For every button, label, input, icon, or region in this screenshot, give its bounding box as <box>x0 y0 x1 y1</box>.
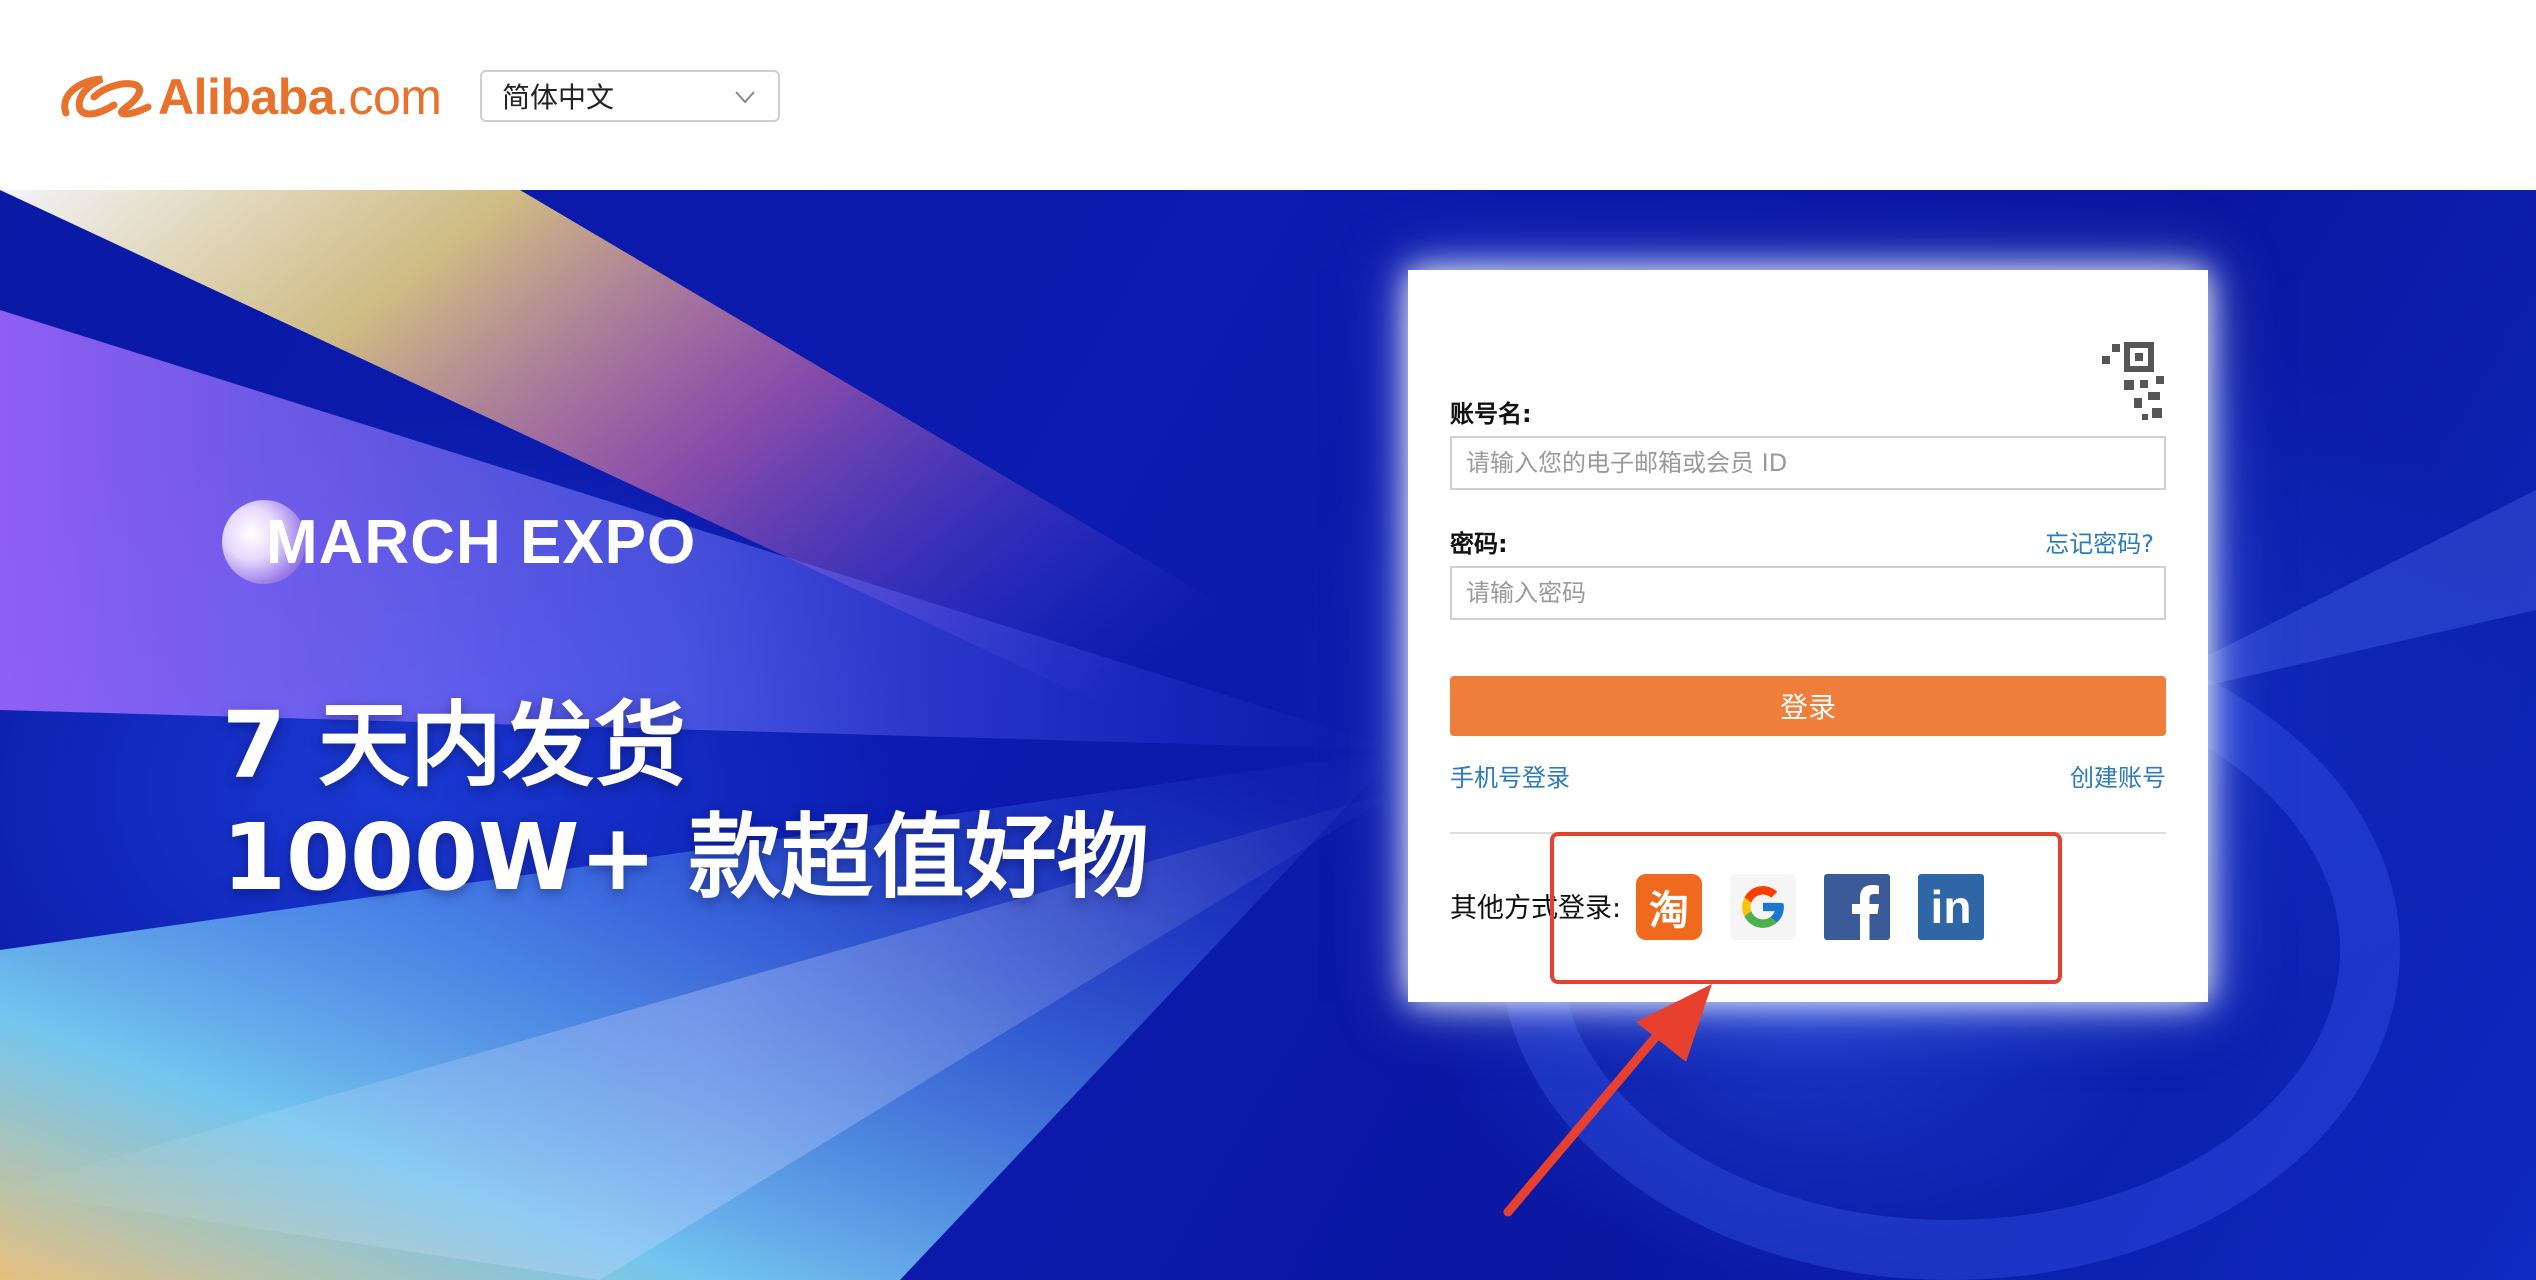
language-select[interactable]: 简体中文 <box>480 70 780 122</box>
banner-headline: 7 天内发货 1000W+ 款超值好物 <box>222 690 1149 914</box>
password-label: 密码: <box>1450 530 1508 558</box>
alibaba-logo-text: Alibaba.com <box>158 69 442 125</box>
expo-title: MARCH EXPO <box>222 500 696 584</box>
password-field[interactable] <box>1450 566 2166 620</box>
create-account-link[interactable]: 创建账号 <box>2070 758 2166 793</box>
login-card: 账号名: 密码: 忘记密码? 登录 手机号登录 创建账号 其他方式登录: 淘 i… <box>1408 270 2208 1002</box>
top-header: Alibaba.com 简体中文 <box>0 0 2536 190</box>
google-login-button[interactable] <box>1730 874 1796 940</box>
google-icon <box>1742 886 1784 928</box>
facebook-icon <box>1852 885 1879 940</box>
phone-login-link[interactable]: 手机号登录 <box>1450 758 1570 793</box>
divider <box>1450 832 2166 834</box>
expo-title-text: MARCH EXPO <box>266 507 697 577</box>
taobao-login-button[interactable]: 淘 <box>1636 874 1702 940</box>
alibaba-logo[interactable]: Alibaba.com <box>58 62 442 132</box>
account-field[interactable] <box>1450 436 2166 490</box>
forgot-password-link[interactable]: 忘记密码? <box>2045 524 2154 559</box>
taobao-icon: 淘 <box>1649 888 1689 934</box>
alibaba-logo-icon <box>61 75 152 118</box>
language-select-value: 简体中文 <box>502 81 615 114</box>
linkedin-icon: in <box>1930 881 1972 933</box>
password-input[interactable] <box>1466 579 2150 607</box>
linkedin-login-button[interactable]: in <box>1918 874 1984 940</box>
chevron-down-icon <box>735 91 755 104</box>
account-input[interactable] <box>1466 449 2150 477</box>
qr-code-login-icon[interactable] <box>2076 336 2166 426</box>
other-login-label: 其他方式登录: <box>1450 893 1622 924</box>
login-button[interactable]: 登录 <box>1450 676 2166 736</box>
headline-line-1: 7 天内发货 <box>222 692 687 799</box>
headline-line-2: 1000W+ 款超值好物 <box>222 804 1149 911</box>
account-label: 账号名: <box>1450 400 1532 428</box>
facebook-login-button[interactable] <box>1824 874 1890 940</box>
